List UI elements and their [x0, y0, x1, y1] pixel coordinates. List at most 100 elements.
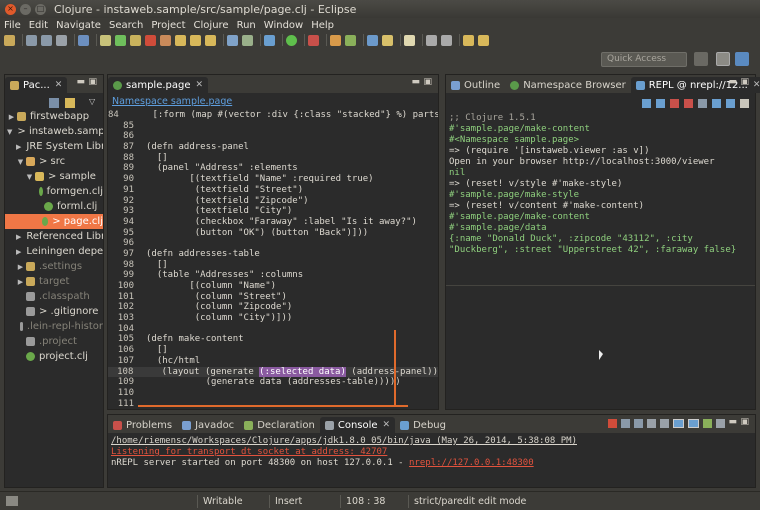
open-console-icon[interactable]	[242, 34, 253, 46]
code-line[interactable]: 90 [(textfield "Name" :required true)	[108, 174, 438, 185]
menu-help[interactable]: Help	[311, 20, 334, 31]
show-on-stderr-icon[interactable]	[688, 419, 699, 428]
remove-launch-icon[interactable]	[621, 419, 630, 428]
menu-file[interactable]: File	[4, 20, 21, 31]
tree-item[interactable]: ▶ Leiningen deper	[5, 244, 103, 259]
minimize-view-icon[interactable]: ▬	[411, 77, 420, 87]
collapsed-arrow-icon[interactable]: ▶	[7, 113, 16, 121]
code-line[interactable]: 106 []	[108, 345, 438, 356]
run-icon[interactable]	[286, 34, 297, 46]
repl-view-menu-icon[interactable]	[740, 99, 749, 108]
disconnect-icon[interactable]	[160, 34, 171, 46]
remove-all-icon[interactable]	[634, 419, 643, 428]
maximize-view-icon[interactable]: ▣	[740, 77, 749, 87]
debug-icon[interactable]	[264, 34, 275, 46]
interrupt-icon[interactable]	[670, 99, 679, 108]
tree-item[interactable]: ▶ firstwebapp	[5, 109, 103, 124]
nrepl-link[interactable]: nrepl://127.0.0.1:48300	[409, 458, 534, 468]
collapsed-arrow-icon[interactable]: ▶	[16, 143, 21, 151]
menu-edit[interactable]: Edit	[29, 20, 48, 31]
tree-item[interactable]: .lein-repl-histor	[5, 319, 103, 334]
code-line[interactable]: 87 (defn address-panel	[108, 142, 438, 153]
minimize-window-button[interactable]: –	[20, 3, 31, 15]
previous-annotation-icon[interactable]	[441, 34, 452, 46]
tree-item[interactable]: > page.clj	[5, 214, 103, 229]
open-console-dropdown-icon[interactable]	[716, 419, 725, 428]
code-line[interactable]: 107 (hc/html	[108, 356, 438, 367]
close-window-button[interactable]: ×	[5, 3, 16, 15]
scroll-lock-icon[interactable]	[660, 419, 669, 428]
new-package-icon[interactable]	[345, 34, 356, 46]
close-tab-icon[interactable]: ✕	[753, 80, 760, 90]
print-icon[interactable]	[56, 34, 67, 46]
tree-item[interactable]: .project	[5, 334, 103, 349]
tree-item[interactable]: forml.clj	[5, 199, 103, 214]
code-line[interactable]: 99 (table "Addresses" :columns	[108, 270, 438, 281]
tab-javadoc[interactable]: Javadoc	[177, 417, 239, 433]
terminate-icon[interactable]	[145, 34, 156, 46]
new-java-project-icon[interactable]	[330, 34, 341, 46]
suspend-icon[interactable]	[130, 34, 141, 46]
back-icon[interactable]	[463, 34, 474, 46]
code-line[interactable]: 85	[108, 121, 438, 132]
open-type-icon[interactable]	[367, 34, 378, 46]
menu-clojure[interactable]: Clojure	[194, 20, 229, 31]
menu-navigate[interactable]: Navigate	[56, 20, 101, 31]
code-line[interactable]: 110	[108, 388, 438, 399]
minimize-view-icon[interactable]: ▬	[728, 77, 737, 87]
collapsed-arrow-icon[interactable]: ▶	[16, 233, 21, 241]
tab-console[interactable]: Console ✕	[319, 417, 396, 433]
expanded-arrow-icon[interactable]: ▼	[16, 158, 25, 166]
tree-item[interactable]: ▶ JRE System Libr	[5, 139, 103, 154]
code-line[interactable]: 84 [:form (map #(vector :div {:class "st…	[108, 110, 438, 121]
close-tab-icon[interactable]: ✕	[196, 80, 204, 90]
skip-breakpoints-icon[interactable]	[100, 34, 111, 46]
tab-declaration[interactable]: Declaration	[239, 417, 320, 433]
code-editor[interactable]: 84 [:form (map #(vector :div {:class "st…	[108, 110, 438, 409]
menu-run[interactable]: Run	[237, 20, 256, 31]
maximize-view-icon[interactable]: ▣	[88, 77, 97, 87]
code-line[interactable]: 98 []	[108, 260, 438, 271]
code-line[interactable]: 109 (generate data (addresses-table)))))	[108, 377, 438, 388]
code-line[interactable]: 96	[108, 238, 438, 249]
connect-icon[interactable]	[642, 99, 651, 108]
code-line[interactable]: 86	[108, 131, 438, 142]
repl-input[interactable]	[446, 285, 755, 409]
code-line[interactable]: 111	[108, 399, 438, 409]
toggle-mark-occurrences-icon[interactable]	[404, 34, 415, 46]
use-step-filters-icon[interactable]	[227, 34, 238, 46]
terminate-console-icon[interactable]	[608, 419, 617, 428]
maximize-view-icon[interactable]: ▣	[423, 77, 432, 87]
minimize-view-icon[interactable]: ▬	[76, 77, 85, 87]
resume-icon[interactable]	[115, 34, 126, 46]
pin-console-icon[interactable]	[703, 419, 712, 428]
tree-item[interactable]: ▶ .settings	[5, 259, 103, 274]
step-over-icon[interactable]	[190, 34, 201, 46]
new-icon[interactable]	[4, 34, 15, 46]
menu-project[interactable]: Project	[151, 20, 185, 31]
clear-console-icon[interactable]	[647, 419, 656, 428]
save-icon[interactable]	[26, 34, 37, 46]
close-tab-icon[interactable]: ✕	[383, 420, 391, 430]
link-with-editor-icon[interactable]	[65, 98, 75, 108]
tab-namespace-browser[interactable]: Namespace Browser	[505, 77, 631, 93]
code-line[interactable]: 91 (textfield "Street")	[108, 185, 438, 196]
menu-search[interactable]: Search	[109, 20, 143, 31]
code-line[interactable]: 97 (defn addresses-table	[108, 249, 438, 260]
code-line[interactable]: 104	[108, 324, 438, 335]
collapsed-arrow-icon[interactable]: ▶	[16, 278, 25, 286]
tree-item[interactable]: ▼ > sample	[5, 169, 103, 184]
kill-icon[interactable]	[684, 99, 693, 108]
maximize-window-button[interactable]: □	[35, 3, 46, 15]
minimize-view-icon[interactable]: ▬	[728, 417, 737, 427]
view-menu-icon[interactable]: ▽	[89, 97, 95, 106]
show-on-stdout-icon[interactable]	[673, 419, 684, 428]
evaluate-icon[interactable]	[712, 99, 721, 108]
step-into-icon[interactable]	[175, 34, 186, 46]
tab-package-explorer[interactable]: Pac... ✕	[5, 77, 68, 93]
expanded-arrow-icon[interactable]: ▼	[7, 128, 12, 136]
tab-outline[interactable]: Outline	[446, 77, 505, 93]
tree-item[interactable]: .classpath	[5, 289, 103, 304]
collapsed-arrow-icon[interactable]: ▶	[16, 263, 25, 271]
code-line[interactable]: 94 (checkbox "Faraway" :label "Is it awa…	[108, 217, 438, 228]
